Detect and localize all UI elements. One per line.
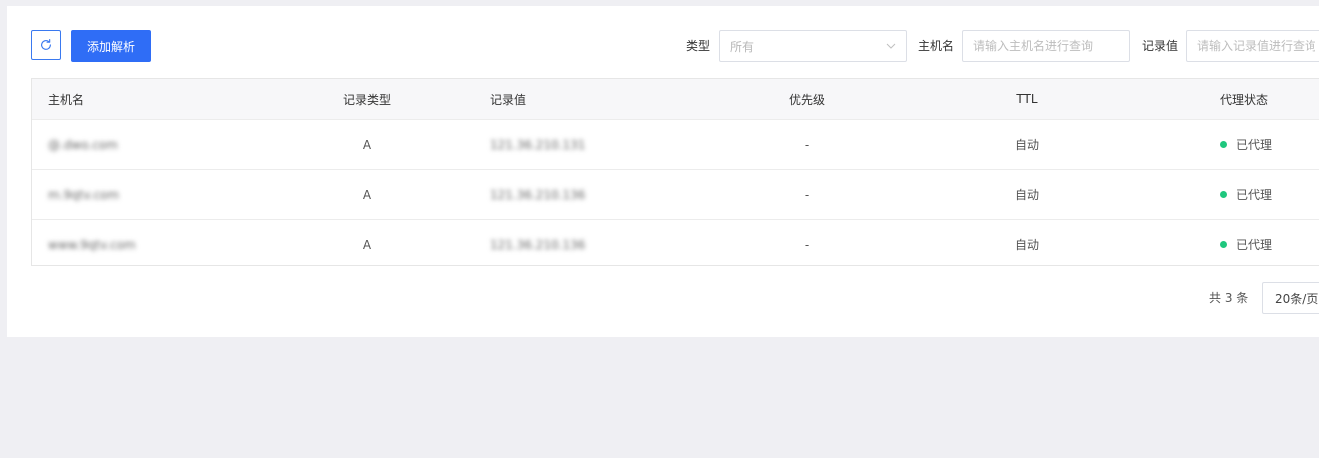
refresh-button[interactable] xyxy=(31,30,61,60)
header-record-value: 记录值 xyxy=(490,92,527,107)
status-dot-icon xyxy=(1220,191,1227,198)
header-priority: 优先级 xyxy=(788,92,825,107)
add-record-button[interactable]: 添加解析 xyxy=(71,30,151,62)
record-value-cell: 121.36.210.136 xyxy=(490,237,586,252)
table-row: @.dwo.com A 121.36.210.131 - 自动 已代理 xyxy=(32,120,1319,170)
record-type-cell: A xyxy=(362,187,372,202)
record-type-cell: A xyxy=(362,137,372,152)
record-value-cell: 121.36.210.136 xyxy=(490,187,586,202)
dns-records-panel: 添加解析 类型 所有 主机名 记录值 主机名 记录类型 记录值 优先级 TTL … xyxy=(7,6,1319,337)
status-dot-icon xyxy=(1220,241,1227,248)
host-search-input[interactable] xyxy=(962,30,1130,62)
dns-records-table: 主机名 记录类型 记录值 优先级 TTL 代理状态 @.dwo.com A 12… xyxy=(31,78,1319,266)
status-dot-icon xyxy=(1220,141,1227,148)
priority-cell: - xyxy=(804,137,810,152)
ttl-cell: 自动 xyxy=(1014,138,1039,152)
chevron-down-icon xyxy=(886,43,896,49)
host-cell: @.dwo.com xyxy=(48,137,118,152)
host-cell: m.9qtv.com xyxy=(48,187,120,202)
proxy-status-text: 已代理 xyxy=(1236,188,1273,202)
header-record-type: 记录类型 xyxy=(342,92,391,107)
priority-cell: - xyxy=(804,187,810,202)
ttl-cell: 自动 xyxy=(1014,188,1039,202)
record-type-cell: A xyxy=(362,237,372,252)
proxy-status-text: 已代理 xyxy=(1236,238,1273,252)
table-header: 主机名 记录类型 记录值 优先级 TTL 代理状态 xyxy=(32,79,1319,120)
host-filter-label: 主机名 xyxy=(918,39,955,53)
type-filter-label: 类型 xyxy=(686,39,711,53)
proxy-status-text: 已代理 xyxy=(1236,138,1273,152)
record-value-cell: 121.36.210.131 xyxy=(490,137,586,152)
proxy-status-cell: 已代理 xyxy=(1220,170,1272,219)
proxy-status-cell: 已代理 xyxy=(1220,120,1272,169)
refresh-icon xyxy=(41,39,51,50)
pagination-total: 共 3 条 xyxy=(1209,291,1249,305)
ttl-cell: 自动 xyxy=(1014,238,1039,252)
table-row: www.9qtv.com A 121.36.210.136 - 自动 已代理 xyxy=(32,220,1319,269)
table-row: m.9qtv.com A 121.36.210.136 - 自动 已代理 xyxy=(32,170,1319,220)
host-cell: www.9qtv.com xyxy=(48,237,136,252)
page-size-select[interactable]: 20条/页 xyxy=(1262,282,1319,314)
header-ttl: TTL xyxy=(1016,92,1038,106)
header-proxy-status: 代理状态 xyxy=(1220,92,1269,107)
type-filter-value: 所有 xyxy=(730,39,755,54)
proxy-status-cell: 已代理 xyxy=(1220,220,1272,269)
header-host: 主机名 xyxy=(48,92,85,107)
priority-cell: - xyxy=(804,237,810,252)
value-filter-label: 记录值 xyxy=(1142,39,1179,53)
value-search-input[interactable] xyxy=(1186,30,1319,62)
type-filter-select[interactable]: 所有 xyxy=(719,30,907,62)
